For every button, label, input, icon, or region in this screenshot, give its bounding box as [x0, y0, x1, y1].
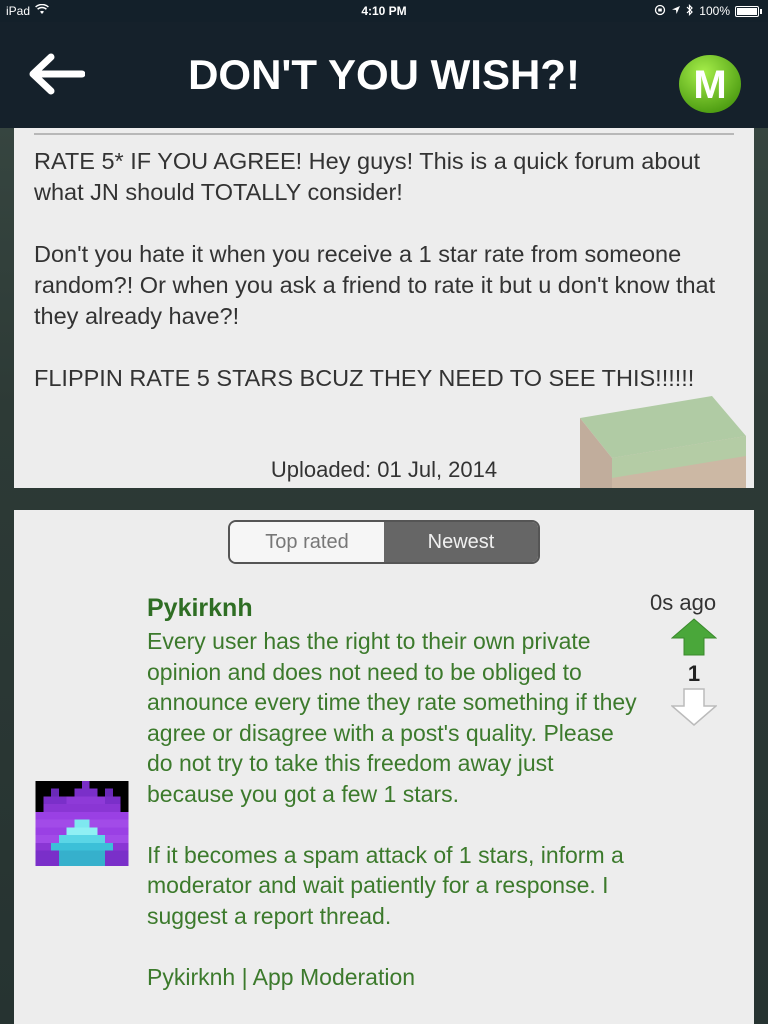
avatar[interactable] [34, 781, 130, 866]
upload-date: Uploaded: 01 Jul, 2014 [270, 457, 498, 482]
arrow-left-icon [29, 53, 85, 95]
m-logo-icon: M [679, 55, 741, 113]
nav-bar: DON'T YOU WISH?! M [0, 22, 768, 128]
tab-top-rated[interactable]: Top rated [230, 522, 384, 562]
post-paragraph: RATE 5* IF YOU AGREE! Hey guys! This is … [34, 148, 701, 205]
post-paragraph: Don't you hate it when you receive a 1 s… [34, 241, 716, 329]
comment-body: Every user has the right to their own pr… [147, 626, 637, 1023]
svg-text:M: M [693, 63, 726, 107]
arrow-down-icon [669, 688, 719, 726]
comments-card: Top rated Newest Pykirknh 0s ago 1 Every… [14, 510, 754, 1024]
comment-author[interactable]: Pykirknh [147, 594, 253, 623]
downvote-button[interactable] [669, 688, 719, 726]
divider [34, 133, 734, 135]
lock-rotation-icon [654, 4, 666, 19]
post-body: RATE 5* IF YOU AGREE! Hey guys! This is … [34, 146, 734, 425]
status-right: 100% [654, 3, 762, 19]
comment-paragraph: Every user has the right to their own pr… [147, 628, 637, 807]
status-time: 4:10 PM [361, 4, 407, 18]
comment-paragraph: If it becomes a spam attack of 1 stars, … [147, 841, 624, 929]
status-left: iPad [6, 3, 49, 18]
status-bar: iPad 4:10 PM 100% [0, 0, 768, 22]
tab-newest[interactable]: Newest [384, 522, 538, 562]
comment-time: 0s ago [650, 590, 717, 615]
vote-count: 1 [687, 661, 701, 686]
battery-icon [735, 5, 759, 17]
page-title: DON'T YOU WISH?! [188, 51, 580, 98]
wifi-icon [35, 3, 49, 18]
bluetooth-icon [686, 3, 694, 19]
location-icon [671, 4, 681, 18]
upvote-button[interactable] [670, 618, 718, 656]
post-card: RATE 5* IF YOU AGREE! Hey guys! This is … [14, 128, 754, 488]
device-label: iPad [6, 4, 31, 18]
comment-signature: Pykirknh | App Moderation [147, 963, 416, 990]
arrow-up-icon [670, 618, 718, 656]
post-paragraph: FLIPPIN RATE 5 STARS BCUZ THEY NEED TO S… [34, 365, 695, 391]
battery-tip [760, 8, 762, 14]
menu-logo-button[interactable]: M [678, 54, 742, 114]
back-button[interactable] [24, 50, 88, 98]
sort-tabs: Top rated Newest [228, 520, 540, 564]
battery-label: 100% [699, 4, 730, 18]
